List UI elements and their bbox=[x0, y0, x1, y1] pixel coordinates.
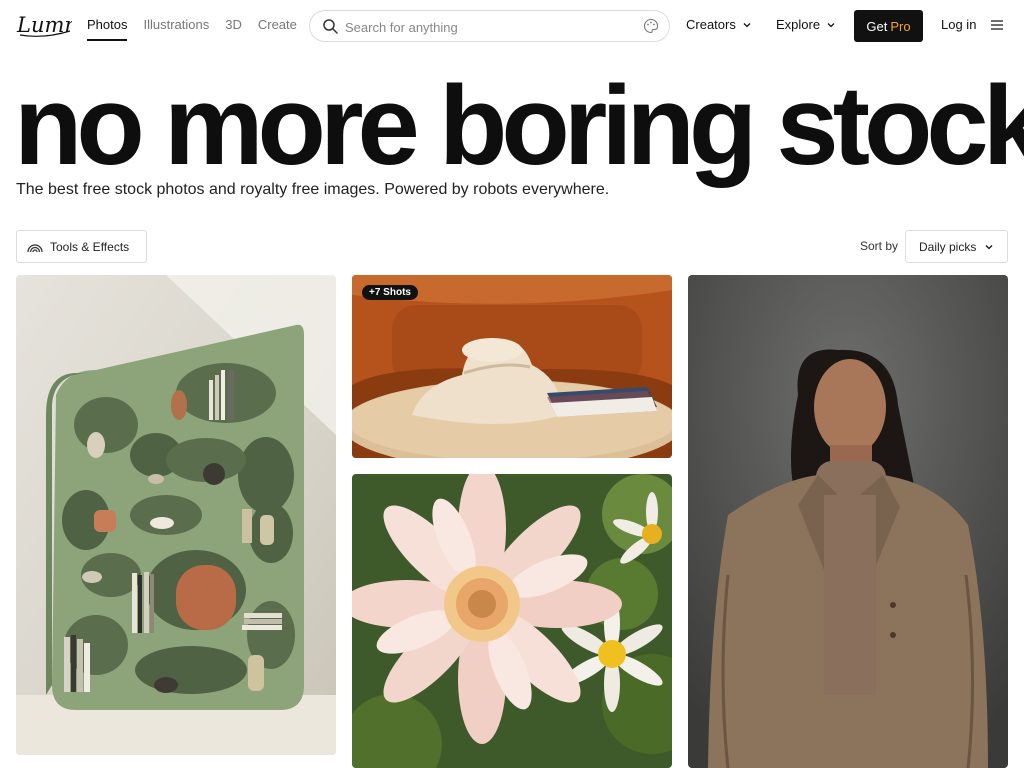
nav-photos[interactable]: Photos bbox=[87, 17, 128, 41]
explore-label: Explore bbox=[776, 17, 821, 32]
photo-card-bookshelf[interactable] bbox=[16, 275, 336, 755]
hero-subtitle: The best free stock photos and royalty f… bbox=[16, 181, 610, 198]
creators-dropdown[interactable]: Creators bbox=[686, 17, 752, 32]
hero-title: no more boring stock bbox=[14, 63, 1024, 188]
rainbow-icon bbox=[27, 243, 43, 252]
chevron-down-icon bbox=[743, 22, 751, 27]
creators-label: Creators bbox=[686, 17, 736, 32]
top-navbar: Lummi Photos Illustrations 3D Create Cre… bbox=[0, 0, 1024, 52]
chevron-down-icon bbox=[827, 22, 835, 27]
get-pro-button[interactable]: Get Pro bbox=[854, 10, 923, 42]
sort-select[interactable]: Daily picks bbox=[905, 230, 1008, 263]
get-pro-prefix: Get bbox=[866, 18, 888, 34]
hamburger-menu-icon[interactable] bbox=[990, 18, 1004, 32]
nav-3d[interactable]: 3D bbox=[225, 17, 242, 41]
logo-mark: Lummi bbox=[16, 13, 91, 37]
flower-photo bbox=[352, 474, 672, 768]
woman-blazer-photo bbox=[688, 275, 1008, 768]
photo-card-woman-blazer[interactable] bbox=[688, 275, 1008, 768]
chevron-down-icon bbox=[985, 244, 993, 249]
palette-icon[interactable] bbox=[643, 18, 659, 34]
shots-count-badge: +7 Shots bbox=[362, 285, 418, 300]
photo-card-flower[interactable] bbox=[352, 474, 672, 768]
explore-dropdown[interactable]: Explore bbox=[776, 17, 836, 32]
photo-card-bucket-hat[interactable]: +7 Shots bbox=[352, 275, 672, 458]
tools-effects-label: Tools & Effects bbox=[50, 239, 130, 254]
get-pro-suffix: Pro bbox=[890, 18, 911, 34]
login-link[interactable]: Log in bbox=[941, 17, 976, 32]
bookshelf-photo bbox=[16, 275, 336, 755]
search-icon bbox=[323, 19, 338, 34]
search-bar bbox=[309, 10, 670, 42]
logo[interactable]: Lummi bbox=[16, 10, 91, 40]
bucket-hat-photo bbox=[352, 275, 672, 458]
sort-by-label: Sort by bbox=[860, 239, 899, 253]
primary-nav: Photos Illustrations 3D Create bbox=[87, 17, 313, 41]
nav-create[interactable]: Create bbox=[258, 17, 297, 41]
search-input[interactable] bbox=[345, 17, 635, 37]
sort-value: Daily picks bbox=[919, 239, 977, 254]
tools-effects-button[interactable]: Tools & Effects bbox=[16, 230, 147, 263]
nav-illustrations[interactable]: Illustrations bbox=[143, 17, 209, 41]
